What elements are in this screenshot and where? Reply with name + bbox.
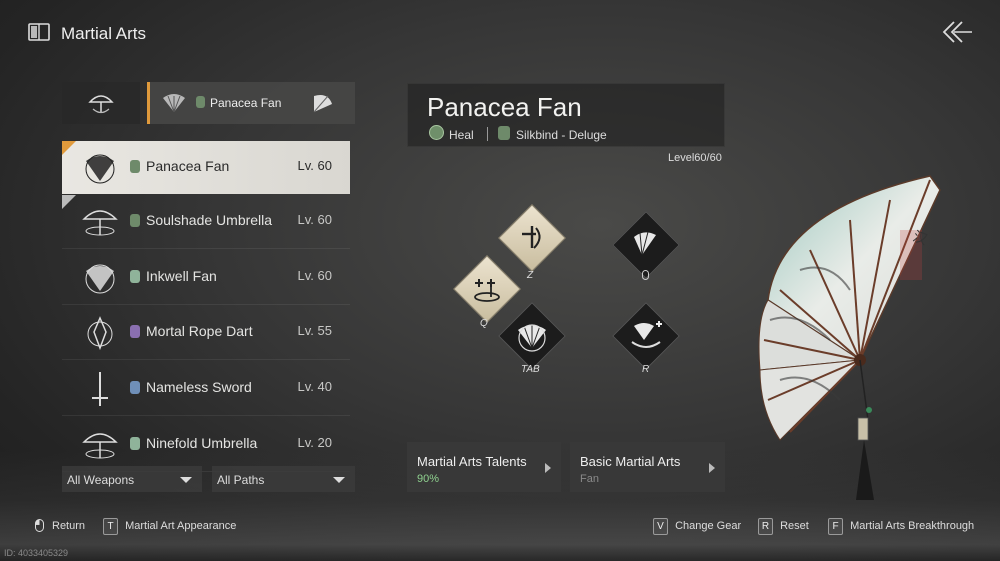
path-icon [196,96,205,108]
equipped-check-icon [62,141,76,155]
weapon-level: Lv. 40 [297,379,332,394]
slash-skill-icon [522,226,541,249]
appearance-label: Martial Art Appearance [125,520,237,532]
chevron-down-icon [333,477,345,483]
reset-label: Reset [780,520,809,532]
fan-icon [85,154,115,184]
chevron-down-icon [180,477,192,483]
weapon-name: Inkwell Fan [146,268,217,284]
talents-title: Martial Arts Talents [417,454,527,469]
return-hint[interactable]: Return [52,520,85,532]
silkbind-path-icon [498,126,510,140]
tab-fan-label: Panacea Fan [210,96,282,110]
equipped-check-icon [62,195,76,209]
path-icon [130,437,140,450]
chevron-right-icon [545,463,551,473]
book-icon [28,23,50,41]
umbrella-icon [82,210,118,236]
path-icon [130,214,140,227]
path-icon [130,270,140,283]
breakthrough-label: Martial Arts Breakthrough [850,520,975,532]
panacea-fan-image: 汉 [758,175,941,500]
key-v: V [653,518,668,535]
tab-umbrella[interactable] [62,82,140,124]
skill-r-key: R [642,364,650,375]
dart-icon [87,316,113,351]
skill-z-key: Z [527,270,534,281]
weapon-level: Lv. 20 [297,435,332,450]
weapon-path: Silkbind - Deluge [516,128,607,142]
umbrella-icon [82,433,118,459]
fan-icon [163,94,185,113]
weapon-level: Lv. 55 [297,323,332,338]
path-icon [130,381,140,394]
weapon-name: Ninefold Umbrella [146,435,258,451]
key-f: F [828,518,843,535]
heal-skill-icon [474,279,500,302]
divider [487,127,488,141]
sword-icon [92,372,108,406]
weapon-row[interactable]: Mortal Rope Dart Lv. 55 [62,306,350,360]
weapon-title: Panacea Fan [427,92,582,122]
weapon-name: Nameless Sword [146,379,252,395]
chevron-right-icon [709,463,715,473]
weapon-level: Lv. 60 [297,158,332,173]
weapon-filter-dropdown[interactable]: All Weapons [62,466,202,492]
heal-role-icon [429,125,444,140]
weapon-row[interactable]: Inkwell Fan Lv. 60 [62,251,350,305]
skill-tab-key: TAB [521,364,540,375]
weapon-filter-value: All Weapons [67,473,135,487]
mouse-icon [642,270,649,280]
weapon-row[interactable]: Nameless Sword Lv. 40 [62,362,350,416]
weapon-level: Lv. 60 [297,212,332,227]
weapon-row[interactable]: Ninefold Umbrella Lv. 20 [62,418,350,472]
umbrella-icon [88,95,114,114]
basic-title: Basic Martial Arts [580,454,681,469]
weapon-role: Heal [449,128,474,142]
fan-icon [85,264,115,294]
return-label: Return [52,520,86,532]
fan-burst-icon [518,323,546,352]
weapon-row[interactable]: Soulshade Umbrella Lv. 60 [62,195,350,249]
reset-hint[interactable]: R Reset [758,518,809,535]
weapon-row[interactable]: Panacea Fan Lv. 60 [62,141,350,194]
change-gear-hint[interactable]: V Change Gear [653,518,741,535]
martial-arts-talents-button[interactable]: Martial Arts Talents 90% [407,442,561,492]
fan-strike-icon [634,231,656,256]
path-icon [130,160,140,173]
basic-sub: Fan [580,473,599,485]
change-gear-label: Change Gear [675,520,742,532]
page-title: Martial Arts [61,24,147,43]
weapon-name: Soulshade Umbrella [146,212,273,228]
talents-progress: 90% [417,473,440,485]
weapon-level: Lv. 60 [297,268,332,283]
weapon-level: Level60/60 [668,152,722,164]
key-r: R [758,518,773,535]
path-filter-value: All Paths [217,473,265,487]
key-t: T [103,518,118,535]
skill-q-key: Q [480,318,488,329]
fan-skin-icon [313,95,332,113]
appearance-hint[interactable]: T Martial Art Appearance [103,518,236,535]
path-icon [130,325,140,338]
breakthrough-hint[interactable]: F Martial Arts Breakthrough [828,518,974,535]
mouse-icon [35,519,44,532]
basic-martial-arts-button[interactable]: Basic Martial Arts Fan [570,442,725,492]
weapon-name: Panacea Fan [146,158,230,174]
back-arrow-icon[interactable] [940,18,974,46]
path-filter-dropdown[interactable]: All Paths [212,466,355,492]
fan-heal-icon [631,321,662,348]
weapon-name: Mortal Rope Dart [146,323,253,339]
user-id: ID: 4033405329 [4,548,69,558]
